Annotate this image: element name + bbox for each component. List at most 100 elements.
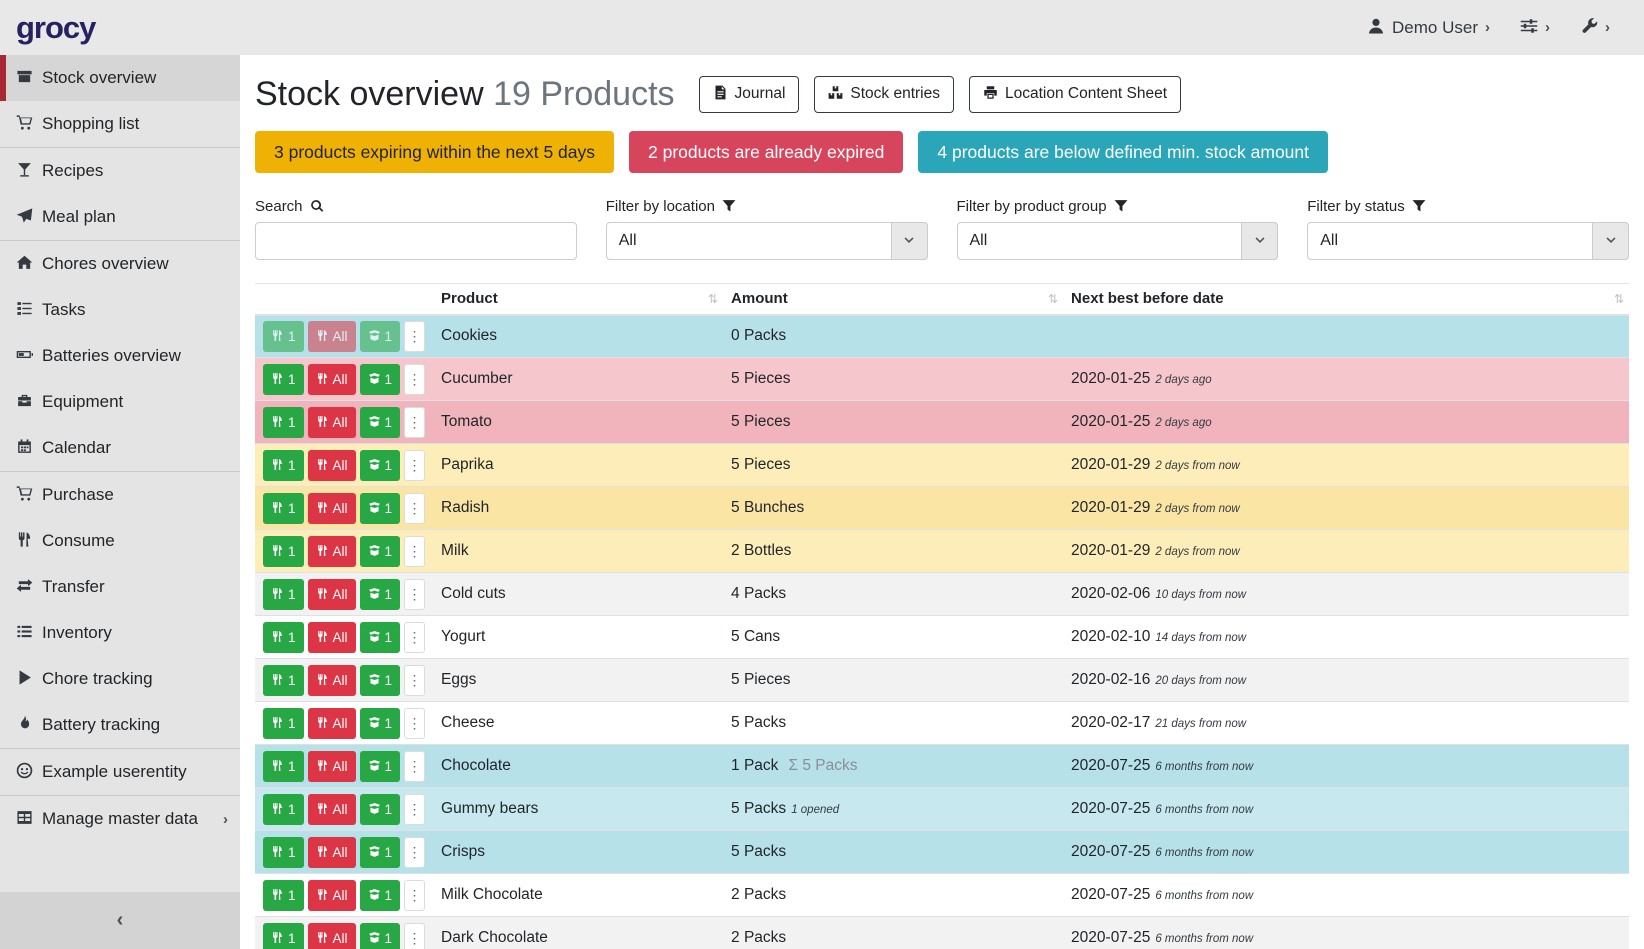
sidebar-item-inventory[interactable]: Inventory (0, 610, 240, 656)
open-one-button[interactable]: 1 (360, 923, 401, 949)
consume-all-button[interactable]: All (308, 880, 356, 911)
row-menu-button[interactable]: ⋮ (404, 450, 425, 481)
row-menu-button[interactable]: ⋮ (404, 665, 425, 696)
consume-one-button[interactable]: 1 (263, 665, 304, 696)
row-menu-button[interactable]: ⋮ (404, 321, 425, 352)
sidebar-item-transfer[interactable]: Transfer (0, 564, 240, 610)
consume-one-button[interactable]: 1 (263, 364, 304, 395)
consume-one-button[interactable]: 1 (263, 880, 304, 911)
row-menu-button[interactable]: ⋮ (404, 708, 425, 739)
open-one-button[interactable]: 1 (360, 880, 401, 911)
sidebar-item-meal-plan[interactable]: Meal plan (0, 194, 240, 240)
sidebar-item-stock-overview[interactable]: Stock overview (0, 55, 240, 101)
row-menu-button[interactable]: ⋮ (404, 622, 425, 653)
consume-one-button[interactable]: 1 (263, 751, 304, 782)
consume-all-button[interactable]: All (308, 923, 356, 949)
consume-all-button[interactable]: All (308, 794, 356, 825)
row-menu-button[interactable]: ⋮ (404, 493, 425, 524)
consume-all-button[interactable]: All (308, 450, 356, 481)
row-menu-button[interactable]: ⋮ (404, 751, 425, 782)
row-menu-button[interactable]: ⋮ (404, 407, 425, 438)
consume-all-button[interactable]: All (308, 579, 356, 610)
stock-entries-button[interactable]: Stock entries (814, 76, 954, 112)
open-one-button[interactable]: 1 (360, 708, 401, 739)
sidebar-item-equipment[interactable]: Equipment (0, 379, 240, 425)
open-one-button[interactable]: 1 (360, 622, 401, 653)
journal-button[interactable]: Journal (699, 76, 800, 112)
consume-one-button[interactable]: 1 (263, 923, 304, 949)
consume-all-button[interactable]: All (308, 708, 356, 739)
smiley-icon (16, 762, 33, 782)
consume-one-button[interactable]: 1 (263, 321, 304, 352)
open-one-button[interactable]: 1 (360, 536, 401, 567)
open-one-button[interactable]: 1 (360, 751, 401, 782)
consume-one-button[interactable]: 1 (263, 450, 304, 481)
amount-column-header[interactable]: Amount ⇅ (723, 284, 1063, 315)
status-alert[interactable]: 3 products expiring within the next 5 da… (255, 131, 614, 173)
consume-all-button[interactable]: All (308, 751, 356, 782)
consume-one-button[interactable]: 1 (263, 407, 304, 438)
sidebar-item-tasks[interactable]: Tasks (0, 287, 240, 333)
consume-all-button[interactable]: All (308, 665, 356, 696)
consume-one-button[interactable]: 1 (263, 622, 304, 653)
open-one-button[interactable]: 1 (360, 579, 401, 610)
date-column-header[interactable]: Next best before date ⇅ (1063, 284, 1629, 315)
product-column-header[interactable]: Product ⇅ (433, 284, 723, 315)
consume-one-button[interactable]: 1 (263, 794, 304, 825)
sidebar-item-shopping-list[interactable]: Shopping list (0, 101, 240, 147)
consume-all-button[interactable]: All (308, 837, 356, 868)
consume-all-button[interactable]: All (308, 493, 356, 524)
open-one-button[interactable]: 1 (360, 794, 401, 825)
open-one-button[interactable]: 1 (360, 321, 401, 352)
consume-all-button[interactable]: All (308, 536, 356, 567)
sidebar-item-chores-overview[interactable]: Chores overview (0, 241, 240, 287)
row-menu-button[interactable]: ⋮ (404, 923, 425, 949)
consume-one-button[interactable]: 1 (263, 837, 304, 868)
location-select[interactable]: All (606, 222, 928, 260)
row-menu-button[interactable]: ⋮ (404, 837, 425, 868)
admin-menu[interactable]: › (1580, 17, 1610, 38)
row-menu-button[interactable]: ⋮ (404, 364, 425, 395)
sidebar-item-consume[interactable]: Consume (0, 518, 240, 564)
sidebar-collapse-button[interactable]: ‹ (0, 892, 240, 949)
consume-one-button[interactable]: 1 (263, 493, 304, 524)
status-alert[interactable]: 2 products are already expired (629, 131, 903, 173)
open-one-button[interactable]: 1 (360, 450, 401, 481)
consume-all-button[interactable]: All (308, 622, 356, 653)
row-menu-button[interactable]: ⋮ (404, 794, 425, 825)
sidebar-item-batteries-overview[interactable]: Batteries overview (0, 333, 240, 379)
open-one-button[interactable]: 1 (360, 665, 401, 696)
sidebar-item-purchase[interactable]: Purchase (0, 472, 240, 518)
sidebar-item-calendar[interactable]: Calendar (0, 425, 240, 471)
settings-menu[interactable]: › (1520, 17, 1550, 38)
grocy-logo[interactable]: grocy (16, 10, 95, 46)
consume-all-button[interactable]: All (308, 321, 356, 352)
status-select[interactable]: All (1307, 222, 1629, 260)
open-one-button[interactable]: 1 (360, 493, 401, 524)
utensils-icon (316, 802, 329, 817)
consume-one-button[interactable]: 1 (263, 579, 304, 610)
sidebar-item-recipes[interactable]: Recipes (0, 148, 240, 194)
sidebar-item-example-userentity[interactable]: Example userentity (0, 749, 240, 795)
sidebar-item-manage-master-data[interactable]: Manage master data› (0, 796, 240, 842)
sort-icon[interactable]: ⇅ (1614, 292, 1624, 306)
user-menu[interactable]: Demo User › (1367, 17, 1490, 38)
sidebar-item-chore-tracking[interactable]: Chore tracking (0, 656, 240, 702)
consume-one-button[interactable]: 1 (263, 536, 304, 567)
sort-icon[interactable]: ⇅ (708, 292, 718, 306)
status-alert[interactable]: 4 products are below defined min. stock … (918, 131, 1328, 173)
consume-all-button[interactable]: All (308, 407, 356, 438)
location-content-sheet-button[interactable]: Location Content Sheet (969, 76, 1181, 112)
open-one-button[interactable]: 1 (360, 364, 401, 395)
consume-one-button[interactable]: 1 (263, 708, 304, 739)
sort-icon[interactable]: ⇅ (1048, 292, 1058, 306)
row-menu-button[interactable]: ⋮ (404, 536, 425, 567)
open-one-button[interactable]: 1 (360, 407, 401, 438)
product-group-select[interactable]: All (957, 222, 1279, 260)
row-menu-button[interactable]: ⋮ (404, 880, 425, 911)
sidebar-item-battery-tracking[interactable]: Battery tracking (0, 702, 240, 748)
consume-all-button[interactable]: All (308, 364, 356, 395)
search-input[interactable] (255, 222, 577, 260)
row-menu-button[interactable]: ⋮ (404, 579, 425, 610)
open-one-button[interactable]: 1 (360, 837, 401, 868)
